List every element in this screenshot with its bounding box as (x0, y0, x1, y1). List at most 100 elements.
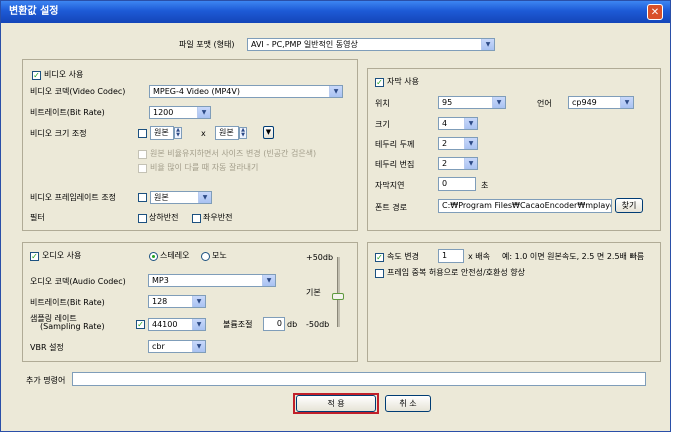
size-separator: x (201, 129, 206, 138)
chevron-down-icon: ▼ (192, 341, 205, 352)
subtitle-blur-label: 테두리 번짐 (375, 160, 415, 169)
volume-label: 볼륨조절 (223, 320, 253, 329)
video-bitrate-value: 1200 (153, 108, 174, 117)
video-framerate-label: 비디오 프레임레이트 조정 (30, 193, 117, 202)
font-path-label: 폰트 경로 (375, 203, 407, 212)
cancel-button[interactable]: 취 소 (385, 395, 431, 412)
chevron-down-icon: ▼ (329, 86, 342, 97)
chevron-down-icon: ▼ (192, 296, 205, 307)
subtitle-blur-select[interactable]: 2 ▼ (438, 157, 478, 170)
subtitle-position-select[interactable]: 95 ▼ (438, 96, 506, 109)
close-icon: ✕ (650, 7, 660, 18)
video-width-input[interactable]: 원본 (150, 126, 174, 140)
settings-dialog: 변환값 설정 ✕ 파일 포맷 (형태) AVI - PC,PMP 일반적인 동영… (0, 0, 671, 432)
sampling-rate-select[interactable]: 44100 ▼ (148, 318, 206, 331)
video-codec-value: MPEG-4 Video (MP4V) (153, 87, 240, 96)
subtitle-size-value: 4 (442, 119, 448, 128)
cancel-label: 취 소 (399, 399, 417, 408)
stereo-radio[interactable] (149, 252, 158, 261)
auto-crop-label: 비율 많이 다를 때 자동 잘라내기 (150, 163, 259, 172)
flip-vertical-checkbox[interactable] (138, 214, 147, 223)
video-size-label: 비디오 크기 조정 (30, 129, 87, 138)
subtitle-language-value: cp949 (572, 98, 597, 107)
slider-max-label: +50db (306, 253, 334, 262)
video-enable-checkbox[interactable]: ✓ (32, 71, 41, 80)
extra-command-label: 추가 명령어 (26, 376, 66, 385)
file-format-label: 파일 포맷 (형태) (179, 40, 235, 49)
frame-dup-checkbox[interactable] (375, 269, 384, 278)
radio-selected-dot (152, 255, 155, 258)
chevron-down-icon: ▼ (620, 97, 633, 108)
video-height-input[interactable]: 원본 (215, 126, 239, 140)
chevron-down-icon: ▼ (464, 158, 477, 169)
audio-codec-value: MP3 (152, 276, 169, 285)
keep-ratio-label: 원본 비율유지하면서 사이즈 변경 (빈공간 검은색) (150, 149, 317, 158)
video-width-stepper[interactable]: ▲ ▼ (174, 127, 182, 139)
video-enable-label: 비디오 사용 (44, 70, 84, 79)
keep-ratio-checkbox[interactable] (138, 150, 147, 159)
audio-enable-checkbox[interactable]: ✓ (30, 252, 39, 261)
speed-input[interactable]: 1 (438, 249, 464, 263)
chevron-down-icon: ▼ (262, 275, 275, 286)
volume-slider-thumb[interactable] (332, 292, 344, 300)
close-button[interactable]: ✕ (647, 4, 663, 20)
audio-bitrate-label: 비트레이트(Bit Rate) (30, 298, 105, 307)
sampling-rate-value: 44100 (152, 320, 178, 329)
audio-codec-select[interactable]: MP3 ▼ (148, 274, 276, 287)
vbr-label: VBR 설정 (30, 343, 64, 352)
vbr-value: cbr (152, 342, 165, 351)
audio-enable-label: 오디오 사용 (42, 251, 82, 260)
triangle-down-icon: ▼ (265, 128, 272, 136)
subtitle-size-select[interactable]: 4 ▼ (438, 117, 478, 130)
volume-input[interactable]: 0 (263, 317, 285, 331)
speed-unit: x 배속 (468, 252, 490, 261)
file-format-select[interactable]: AVI - PC,PMP 일반적인 동영상 ▼ (247, 38, 495, 51)
sampling-rate-sublabel: (Sampling Rate) (40, 322, 105, 331)
video-codec-label: 비디오 코덱(Video Codec) (30, 87, 126, 96)
subtitle-border-select[interactable]: 2 ▼ (438, 137, 478, 150)
subtitle-size-label: 크기 (375, 120, 390, 129)
chevron-down-icon: ▼ (192, 319, 205, 330)
font-path-value: C:₩Program Files₩CacaoEncoder₩mplaye (442, 201, 612, 210)
speed-value: 1 (442, 251, 448, 260)
video-codec-select[interactable]: MPEG-4 Video (MP4V) ▼ (149, 85, 343, 98)
video-bitrate-select[interactable]: 1200 ▼ (149, 106, 211, 119)
subtitle-delay-input[interactable]: 0 (438, 177, 476, 191)
flip-vertical-label: 상하반전 (149, 213, 179, 222)
font-browse-button[interactable]: 찾기 (615, 198, 643, 213)
auto-crop-checkbox[interactable] (138, 164, 147, 173)
subtitle-enable-checkbox[interactable]: ✓ (375, 78, 384, 87)
mono-radio[interactable] (201, 252, 210, 261)
slider-min-label: -50db (306, 320, 330, 329)
mono-label: 모노 (212, 251, 227, 260)
subtitle-language-select[interactable]: cp949 ▼ (568, 96, 634, 109)
sampling-rate-checkbox[interactable]: ✓ (136, 320, 145, 329)
subtitle-position-label: 위치 (375, 99, 390, 108)
video-size-checkbox[interactable] (138, 129, 147, 138)
title-bar: 변환값 설정 ✕ (1, 1, 670, 23)
apply-label: 적 용 (327, 399, 345, 408)
vbr-select[interactable]: cbr ▼ (148, 340, 206, 353)
flip-horizontal-checkbox[interactable] (192, 214, 201, 223)
subtitle-delay-unit: 초 (481, 181, 489, 190)
framerate-select[interactable]: 원본 ▼ (150, 191, 212, 204)
audio-codec-label: 오디오 코덱(Audio Codec) (30, 277, 126, 286)
size-apply-button[interactable]: ▼ (263, 126, 274, 139)
font-path-input[interactable]: C:₩Program Files₩CacaoEncoder₩mplaye (438, 199, 612, 213)
subtitle-blur-value: 2 (442, 159, 448, 168)
video-width-value: 원본 (154, 128, 169, 137)
subtitle-delay-value: 0 (442, 179, 448, 188)
audio-bitrate-value: 128 (152, 297, 168, 306)
extra-command-input[interactable] (72, 372, 646, 386)
speed-example: 예: 1.0 이면 원본속도, 2.5 면 2.5배 빠름 (502, 252, 645, 261)
volume-value: 0 (276, 319, 282, 328)
chevron-down-icon: ▼ (492, 97, 505, 108)
framerate-checkbox[interactable] (138, 193, 147, 202)
subtitle-delay-label: 자막지연 (375, 181, 405, 190)
audio-bitrate-select[interactable]: 128 ▼ (148, 295, 206, 308)
video-height-stepper[interactable]: ▲ ▼ (239, 127, 247, 139)
chevron-down-icon: ▼ (197, 107, 210, 118)
apply-button[interactable]: 적 용 (296, 395, 376, 412)
speed-enable-checkbox[interactable]: ✓ (375, 253, 384, 262)
video-bitrate-label: 비트레이트(Bit Rate) (30, 108, 105, 117)
